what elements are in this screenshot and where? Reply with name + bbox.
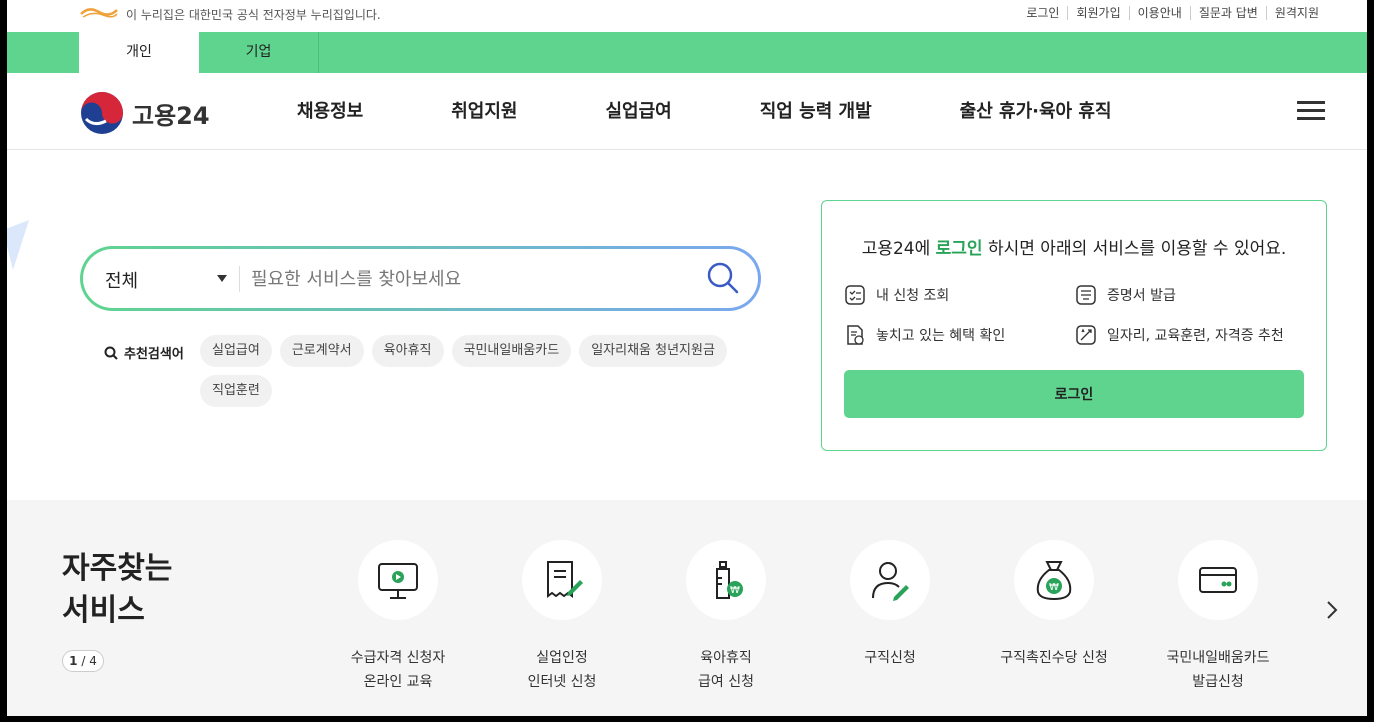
caret-down-icon[interactable] (217, 275, 227, 282)
browser-viewport: 이 누리집은 대한민국 공식 전자정부 누리집입니다. 로그인 회원가입 이용안… (7, 0, 1367, 716)
service-recommendations[interactable]: 일자리, 교육훈련, 자격증 추천 (1075, 324, 1284, 346)
paper-plane-icon (7, 220, 29, 270)
site-logo[interactable]: 고용24 (80, 91, 210, 135)
benefit-icon (847, 325, 864, 345)
login-button[interactable]: 로그인 (844, 370, 1304, 418)
nav-item-unemployment-benefit[interactable]: 실업급여 (606, 97, 672, 123)
menu-icon[interactable] (1297, 101, 1325, 121)
service-online-education[interactable]: 수급자격 신청자 온라인 교육 (316, 540, 480, 694)
checklist-icon (845, 285, 865, 305)
keyword-chip[interactable]: 육아휴직 (371, 335, 444, 367)
tab-personal[interactable]: 개인 (79, 32, 199, 73)
site-header: 고용24 채용정보 취업지원 실업급여 직업 능력 개발 출산 휴가·육아 휴직 (7, 73, 1367, 150)
service-unemployment-recognition[interactable]: 실업인정 인터넷 신청 (480, 540, 644, 694)
money-bag-icon: ₩ (1036, 561, 1072, 601)
search-scope-select[interactable]: 전체 (105, 267, 138, 293)
tab-business[interactable]: 기업 (199, 32, 319, 73)
baby-bottle-icon: ₩ (716, 561, 743, 599)
nav-item-jobs[interactable]: 채용정보 (297, 97, 363, 123)
monitor-play-icon (378, 563, 418, 599)
keyword-chip[interactable]: 국민내일배움카드 (451, 335, 572, 367)
qna-link[interactable]: 질문과 답변 (1189, 6, 1266, 20)
service-certificate[interactable]: 증명서 발급 (1075, 284, 1176, 306)
certificate-icon (1076, 285, 1096, 305)
document-pen-icon (547, 561, 583, 598)
carousel-pager: 1 / 4 (62, 650, 104, 672)
keyword-chips: 실업급여 근로계약서 육아휴직 국민내일배움카드 일자리채움 청년지원금 직업훈… (200, 335, 760, 415)
guide-link[interactable]: 이용안내 (1128, 6, 1190, 20)
keyword-chip[interactable]: 근로계약서 (279, 335, 364, 367)
search-divider (239, 266, 240, 292)
search-input[interactable] (251, 263, 691, 295)
frequent-services-section: 자주찾는 서비스 1 / 4 수급자격 신청자 온라인 교육 실업인정 인터넷 … (7, 500, 1367, 716)
login-panel-title: 고용24에 로그인 하시면 아래의 서비스를 이용할 수 있어요. (861, 239, 1287, 259)
frequent-services-title: 자주찾는 서비스 (62, 551, 173, 628)
login-panel: 고용24에 로그인 하시면 아래의 서비스를 이용할 수 있어요. 내 신청 조… (821, 200, 1327, 451)
login-link[interactable]: 로그인 (1018, 6, 1067, 20)
logo-text: 고용24 (132, 101, 210, 130)
search-icon[interactable] (706, 261, 740, 295)
service-my-applications[interactable]: 내 신청 조회 (844, 284, 949, 306)
recommend-icon (1076, 325, 1096, 345)
nav-item-parental-leave[interactable]: 출산 휴가·육아 휴직 (960, 97, 1112, 123)
person-pen-icon (872, 562, 909, 601)
keyword-chip[interactable]: 실업급여 (200, 335, 272, 367)
eg-logo-icon (80, 8, 118, 18)
utility-links: 로그인 회원가입 이용안내 질문과 답변 원격지원 (1018, 6, 1327, 20)
chevron-right-icon[interactable] (1325, 600, 1339, 620)
keyword-chip[interactable]: 직업훈련 (200, 375, 272, 407)
service-learning-card[interactable]: 국민내일배움카드 발급신청 (1136, 540, 1300, 694)
recommended-label: 추천검색어 (104, 343, 184, 362)
keyword-chip[interactable]: 일자리채움 청년지원금 (579, 335, 727, 367)
remote-support-link[interactable]: 원격지원 (1265, 6, 1327, 20)
service-job-seeking[interactable]: 구직신청 (808, 540, 972, 670)
svg-text:₩: ₩ (1049, 582, 1059, 593)
nav-item-job-skills[interactable]: 직업 능력 개발 (760, 97, 872, 123)
service-benefits[interactable]: 놓치고 있는 혜택 확인 (844, 324, 1005, 346)
signup-link[interactable]: 회원가입 (1067, 6, 1128, 20)
main-nav: 채용정보 취업지원 실업급여 직업 능력 개발 출산 휴가·육아 휴직 (297, 97, 1200, 123)
gov-notice-bar: 이 누리집은 대한민국 공식 전자정부 누리집입니다. 로그인 회원가입 이용안… (7, 0, 1367, 32)
svg-text:₩: ₩ (730, 585, 740, 596)
card-icon (1199, 567, 1237, 593)
gov-notice-text: 이 누리집은 대한민국 공식 전자정부 누리집입니다. (126, 8, 381, 22)
search-box: 전체 (80, 246, 761, 311)
magnifier-icon (104, 346, 118, 360)
service-parental-leave-benefit[interactable]: ₩ 육아휴직 급여 신청 (644, 540, 808, 694)
service-job-promotion-allowance[interactable]: ₩ 구직촉진수당 신청 (972, 540, 1136, 670)
nav-item-employment-support[interactable]: 취업지원 (451, 97, 517, 123)
taegeuk-logo-icon (81, 92, 123, 134)
user-type-tabs: 개인 기업 (7, 32, 1367, 73)
